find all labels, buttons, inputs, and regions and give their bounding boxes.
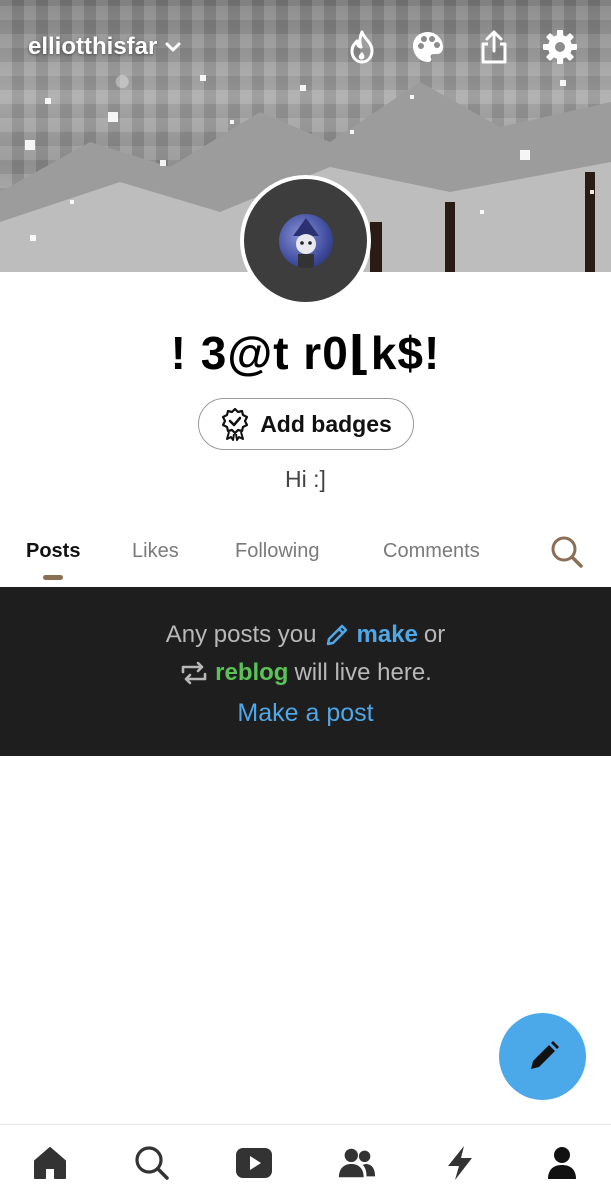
badge-icon xyxy=(222,407,249,441)
tab-comments[interactable]: Comments xyxy=(383,540,480,563)
empty-text-or: or xyxy=(423,621,446,648)
compose-button[interactable] xyxy=(499,1013,586,1100)
empty-text-suffix: will live here. xyxy=(294,659,432,686)
make-link[interactable]: make xyxy=(357,621,418,649)
empty-text-prefix: Any posts you xyxy=(165,621,317,648)
gear-icon[interactable] xyxy=(537,24,583,70)
top-bar: elliotthisfar xyxy=(0,22,611,72)
avatar[interactable] xyxy=(240,175,371,306)
pencil-icon xyxy=(326,624,347,646)
make-a-post-link[interactable]: Make a post xyxy=(0,699,611,728)
avatar-image xyxy=(278,213,333,268)
add-badges-button[interactable]: Add badges xyxy=(198,398,414,450)
account-icon[interactable] xyxy=(542,1143,582,1183)
blog-name: elliotthisfar xyxy=(28,33,158,60)
home-icon[interactable] xyxy=(30,1143,70,1183)
pencil-icon xyxy=(530,1040,559,1069)
share-icon[interactable] xyxy=(471,24,517,70)
blog-description: Hi :] xyxy=(285,466,326,492)
profile-tabs: Posts Likes Following Comments xyxy=(0,528,611,586)
bottom-navigation xyxy=(0,1124,611,1200)
active-tab-indicator xyxy=(43,575,63,580)
fire-icon[interactable] xyxy=(339,24,385,70)
blog-title: ! 3@t r0⌊k$! xyxy=(170,327,441,379)
community-icon[interactable] xyxy=(337,1143,377,1183)
tab-posts[interactable]: Posts xyxy=(26,540,80,563)
blog-switcher[interactable]: elliotthisfar xyxy=(28,33,183,61)
palette-icon[interactable] xyxy=(405,24,451,70)
add-badges-label: Add badges xyxy=(260,410,392,437)
chevron-down-icon xyxy=(165,42,181,52)
reblog-icon xyxy=(181,661,207,685)
search-icon[interactable] xyxy=(549,534,585,570)
activity-icon[interactable] xyxy=(440,1143,480,1183)
tab-likes[interactable]: Likes xyxy=(132,540,179,563)
reblog-link[interactable]: reblog xyxy=(215,659,288,687)
video-icon[interactable] xyxy=(234,1143,274,1183)
empty-posts-panel: Any posts you make or reblog will live h… xyxy=(0,587,611,756)
tab-following[interactable]: Following xyxy=(235,540,319,563)
search-icon[interactable] xyxy=(132,1143,172,1183)
avatar-background xyxy=(244,179,367,302)
